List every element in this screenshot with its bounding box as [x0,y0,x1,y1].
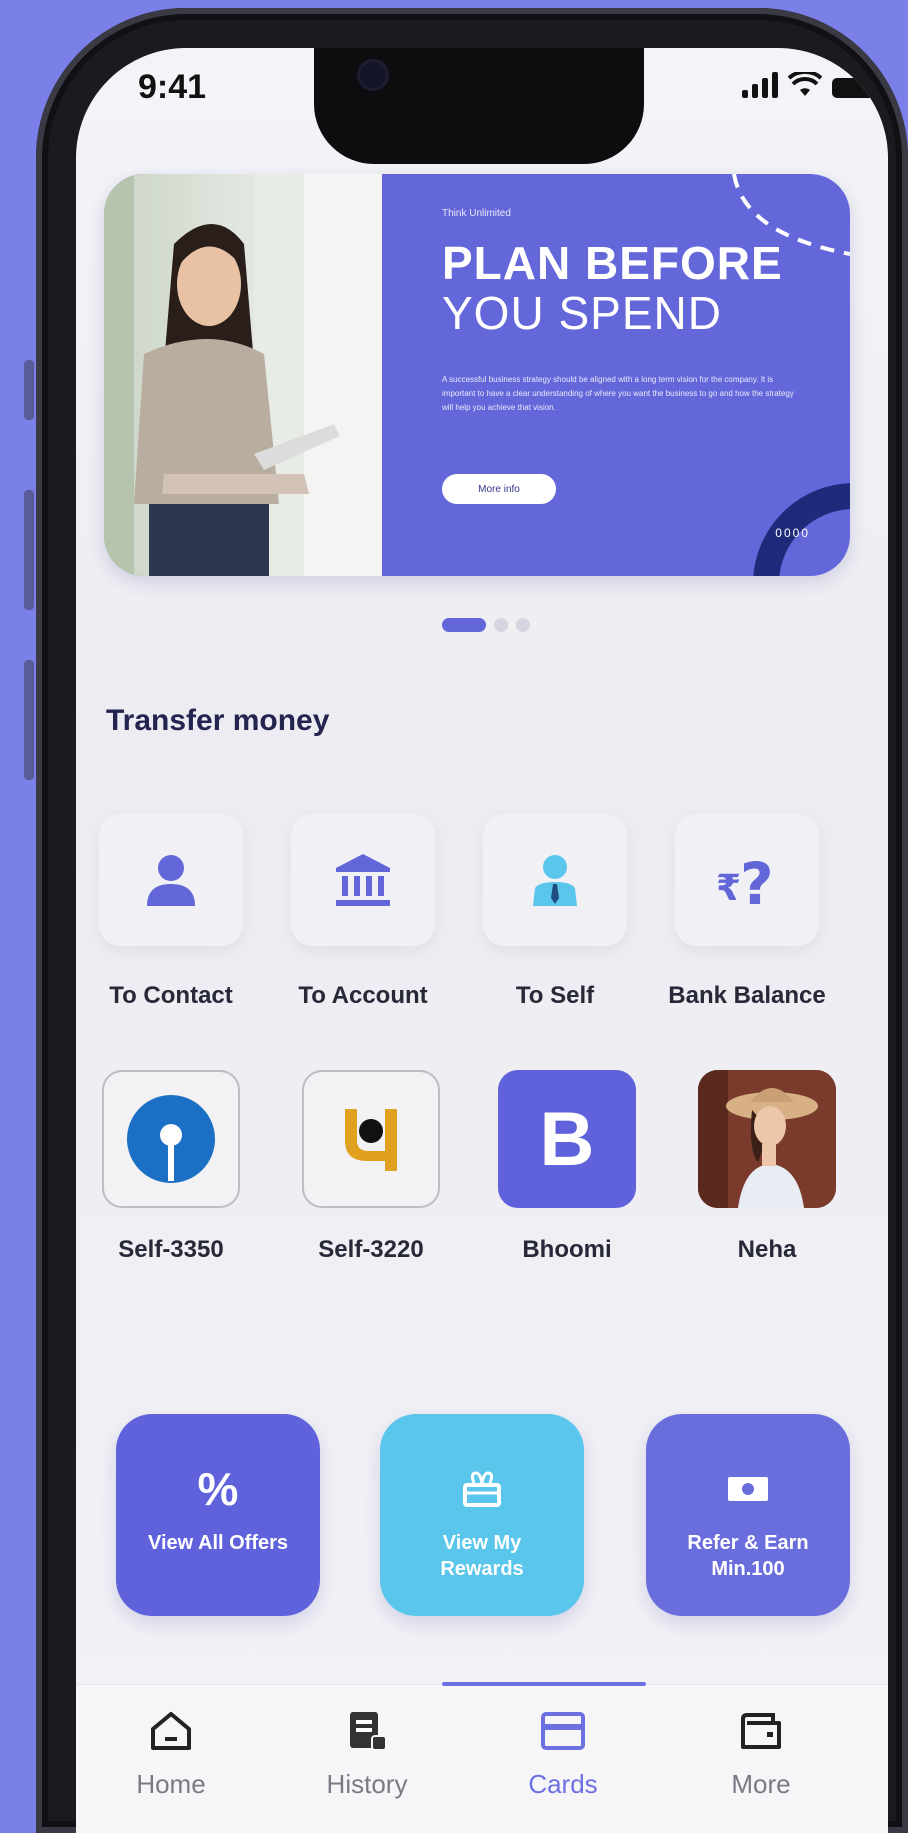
carousel-dot-active[interactable] [442,618,486,632]
to-contact-button[interactable]: To Contact [76,814,266,1010]
to-account-button[interactable]: To Account [268,814,458,1010]
bottom-tab-bar: Home History Cards More [76,1682,888,1833]
volume-up-button [24,490,34,610]
card-icon [541,1712,585,1750]
woman-with-laptop-illustration [104,174,382,576]
payee-initial: B [539,1096,595,1182]
phone-screen: 9:41 Think Unlimited PLAN BEFORE YOU SPE… [76,48,888,1833]
neha-avatar-photo [698,1070,836,1208]
battery-icon [832,78,880,98]
rupee-question-icon: ₹ ? [716,850,774,910]
payee-avatar[interactable] [102,1070,240,1208]
self-user-icon [533,855,577,906]
view-all-offers-label: View All Offers [147,1532,289,1554]
tab-more-label: More [731,1769,791,1799]
to-contact-label: To Contact [109,982,233,1009]
bank-balance-label: Bank Balance [668,982,826,1009]
to-account-label: To Account [298,982,428,1009]
payee-neha[interactable]: Neha [672,1070,862,1264]
status-icons [742,72,880,98]
status-time: 9:41 [138,68,207,106]
person-icon [147,855,195,906]
home-icon [151,1712,191,1750]
bank-balance-tile[interactable]: ₹ ? [675,814,819,946]
payee-label: Bhoomi [522,1236,612,1263]
banner-photo [104,174,382,576]
carousel-indicator[interactable] [442,618,530,632]
wifi-icon [788,72,822,96]
banner-dots: 0000 [775,526,810,540]
cash-icon [728,1477,768,1501]
to-self-label: To Self [515,982,595,1009]
promo-banner[interactable]: Think Unlimited PLAN BEFORE YOU SPEND A … [104,174,850,576]
gift-icon [463,1471,501,1507]
tab-history-label: History [326,1769,408,1799]
payee-avatar[interactable]: B [498,1070,636,1208]
payee-label: Self-3220 [318,1236,424,1263]
history-icon [350,1712,387,1751]
svg-text:₹: ₹ [716,868,741,909]
notch [314,48,644,164]
banner-body: A successful business strategy should be… [442,375,794,412]
tab-home[interactable]: Home [86,1685,256,1800]
payee-avatar[interactable] [698,1070,836,1208]
section-title-transfer: Transfer money [106,704,330,737]
refer-earn-label: Refer & Earn Min.100 [687,1532,809,1580]
wallet-icon [741,1713,781,1749]
tab-cards[interactable]: Cards [478,1685,648,1800]
banner-ring-decoration [753,483,850,576]
banner-headline-light: YOU SPEND [442,287,722,339]
view-my-rewards-label: View My Rewards [440,1532,524,1580]
refer-earn-button[interactable]: Refer & Earn Min.100 [646,1414,850,1616]
sbi-logo-icon [127,1095,215,1183]
front-camera [360,62,386,88]
signal-icon [742,72,778,98]
payee-avatar[interactable] [302,1070,440,1208]
bank-balance-button[interactable]: ₹ ? Bank Balance [652,814,842,1010]
tab-more[interactable]: More [676,1685,846,1800]
to-self-button[interactable]: To Self [460,814,650,1010]
to-account-tile[interactable] [291,814,435,946]
carousel-dot[interactable] [516,618,530,632]
pnb-logo-icon [345,1109,397,1171]
payee-label: Self-3350 [118,1236,224,1263]
tab-cards-label: Cards [528,1769,598,1799]
payee-self-3350[interactable]: Self-3350 [76,1070,266,1264]
tab-home-label: Home [136,1769,206,1799]
bank-icon [336,854,390,906]
more-info-button[interactable]: More info [442,474,556,504]
percent-icon: % [197,1463,239,1515]
to-self-tile[interactable] [483,814,627,946]
view-my-rewards-button[interactable]: View My Rewards [380,1414,584,1616]
payee-label: Neha [737,1236,797,1263]
view-all-offers-button[interactable]: % View All Offers [116,1414,320,1616]
mute-switch [24,360,34,420]
banner-dashed-arc [732,174,850,256]
svg-text:?: ? [740,850,774,910]
carousel-dot[interactable] [494,618,508,632]
to-contact-tile[interactable] [99,814,243,946]
payee-self-3220[interactable]: Self-3220 [276,1070,466,1264]
volume-down-button [24,660,34,780]
tab-history[interactable]: History [282,1685,452,1800]
payee-bhoomi[interactable]: B Bhoomi [472,1070,662,1264]
